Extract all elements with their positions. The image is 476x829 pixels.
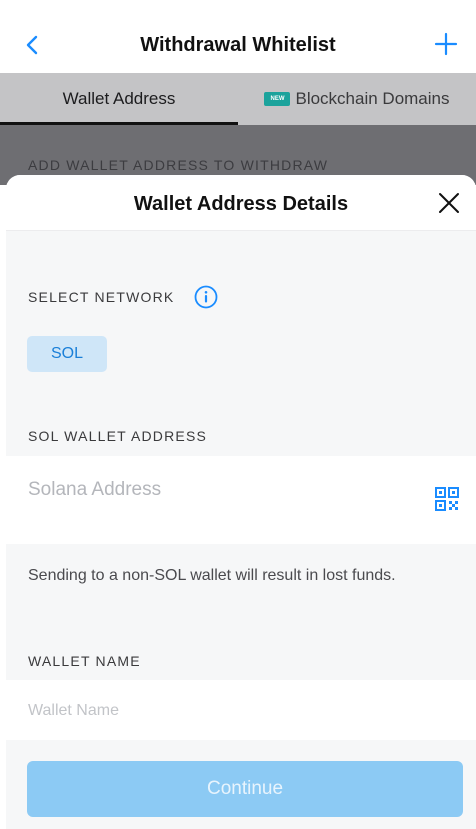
page-title: Withdrawal Whitelist — [140, 34, 336, 56]
wallet-address-label: SOL WALLET ADDRESS — [28, 428, 208, 444]
tab-label: Blockchain Domains — [295, 89, 450, 108]
tab-bar: Wallet Address NEW Blockchain Domains — [0, 73, 476, 125]
wallet-address-placeholder: Solana Address — [28, 479, 162, 500]
tab-blockchain-domains[interactable]: NEW Blockchain Domains — [238, 73, 476, 125]
network-chip-sol[interactable]: SOL — [27, 336, 107, 372]
info-icon[interactable] — [194, 285, 218, 309]
wallet-name-placeholder: Wallet Name — [28, 702, 119, 719]
top-nav-bar: Withdrawal Whitelist — [0, 0, 476, 73]
sheet-header: Wallet Address Details — [6, 175, 476, 231]
qr-scan-icon[interactable] — [434, 486, 460, 512]
select-network-label: SELECT NETWORK — [28, 289, 175, 305]
tab-label: Wallet Address — [62, 89, 176, 108]
new-badge: NEW — [264, 92, 291, 106]
add-plus-icon[interactable] — [432, 30, 460, 58]
sheet-title: Wallet Address Details — [133, 193, 349, 215]
tab-wallet-address[interactable]: Wallet Address — [0, 73, 238, 125]
wallet-address-field[interactable]: Solana Address — [6, 456, 476, 544]
wallet-name-label: WALLET NAME — [28, 653, 141, 669]
continue-button[interactable]: Continue — [27, 761, 463, 817]
background-section-caption: ADD WALLET ADDRESS TO WITHDRAW — [28, 157, 329, 173]
wallet-name-field[interactable]: Wallet Name — [6, 680, 476, 740]
wallet-address-details-sheet: Wallet Address Details SELECT NETWORK SO… — [6, 175, 476, 829]
network-warning-text: Sending to a non-SOL wallet will result … — [28, 567, 396, 584]
close-icon[interactable] — [436, 190, 462, 216]
